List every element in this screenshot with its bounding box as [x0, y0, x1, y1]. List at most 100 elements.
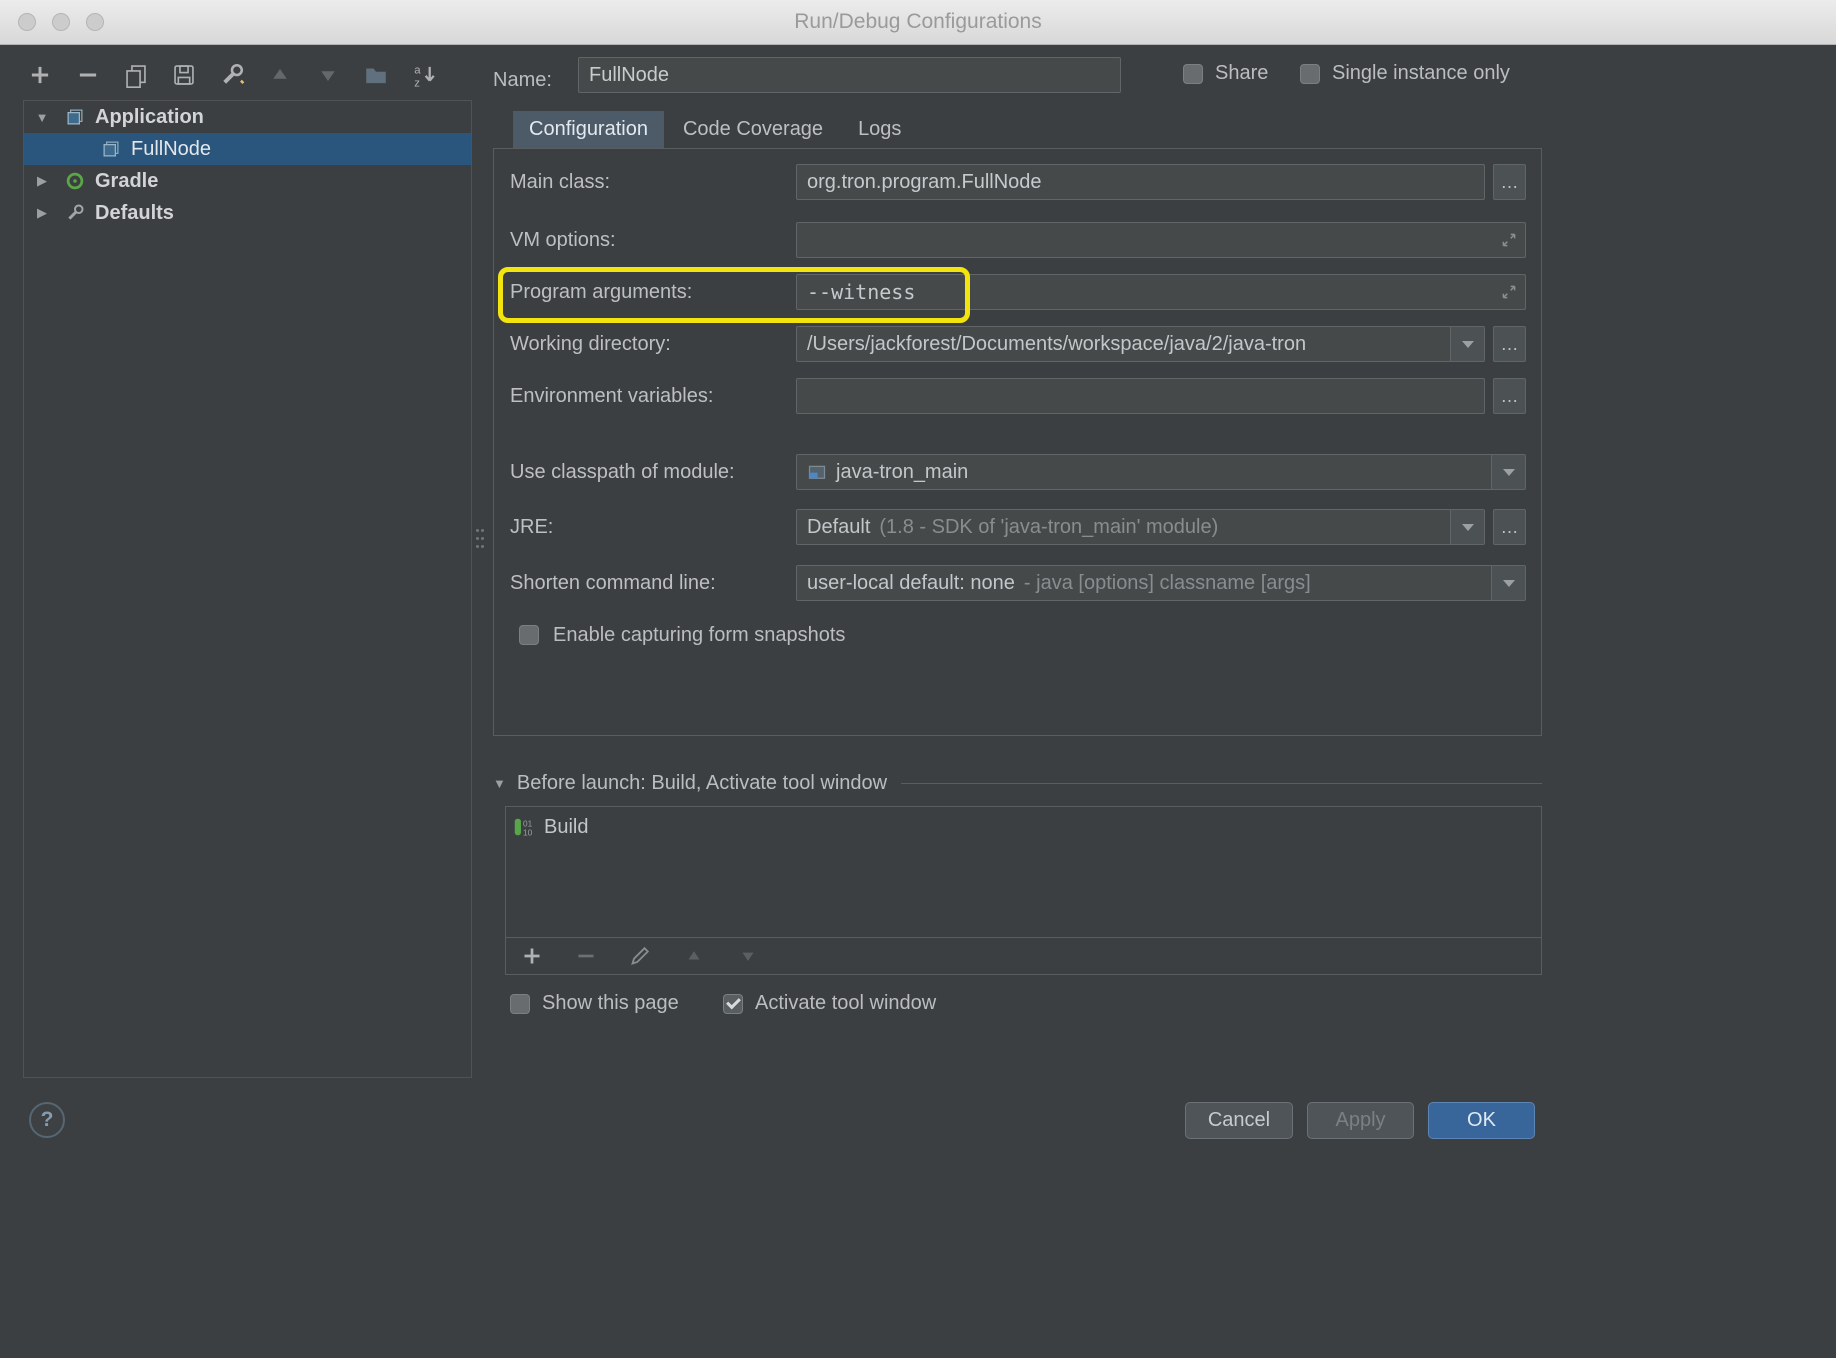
tree-item-label: Defaults	[95, 202, 174, 225]
classpath-module-label: Use classpath of module:	[510, 461, 796, 484]
add-configuration-button[interactable]	[26, 60, 54, 90]
run-debug-configurations-window: Run/Debug Configurations a z	[0, 0, 1836, 1358]
activate-tool-window-row: Activate tool window	[723, 992, 936, 1015]
window-title: Run/Debug Configurations	[0, 0, 1836, 44]
svg-text:01: 01	[523, 819, 533, 828]
move-task-down-button[interactable]	[734, 941, 762, 971]
shorten-command-line-dropdown-button[interactable]	[1491, 566, 1525, 600]
program-arguments-label: Program arguments:	[510, 281, 796, 304]
environment-variables-input[interactable]	[796, 378, 1485, 414]
activate-tool-window-checkbox[interactable]	[723, 994, 743, 1014]
arrow-down-icon	[316, 63, 340, 87]
svg-text:10: 10	[523, 828, 533, 837]
before-launch-toolbar	[506, 937, 1541, 974]
shorten-command-line-row: Shorten command line: user-local default…	[510, 565, 1526, 601]
edit-defaults-button[interactable]	[218, 60, 246, 90]
ok-button[interactable]: OK	[1428, 1102, 1535, 1139]
tree-item-defaults[interactable]: ▶ Defaults	[24, 197, 471, 229]
working-directory-label: Working directory:	[510, 333, 796, 356]
program-arguments-row: Program arguments:	[510, 274, 1526, 310]
shorten-command-line-label: Shorten command line:	[510, 572, 796, 595]
shorten-command-line-combo[interactable]: user-local default: none - java [options…	[796, 565, 1526, 601]
move-task-up-button[interactable]	[680, 941, 708, 971]
classpath-module-combo[interactable]: java-tron_main	[796, 454, 1526, 490]
help-button[interactable]: ?	[29, 1102, 65, 1138]
tree-item-fullnode[interactable]: FullNode	[24, 133, 471, 165]
application-icon	[65, 107, 87, 127]
tab-code-coverage[interactable]: Code Coverage	[667, 111, 839, 148]
before-launch-header[interactable]: ▼ Before launch: Build, Activate tool wi…	[493, 772, 1542, 795]
jre-dropdown-button[interactable]	[1450, 510, 1484, 544]
minus-icon	[75, 62, 101, 88]
remove-configuration-button[interactable]	[74, 60, 102, 90]
arrow-down-icon	[737, 945, 759, 967]
environment-variables-browse-button[interactable]: …	[1493, 378, 1526, 414]
single-instance-checkbox[interactable]	[1300, 64, 1320, 84]
single-instance-row: Single instance only	[1300, 62, 1510, 85]
environment-variables-label: Environment variables:	[510, 385, 796, 408]
splitter-grip[interactable]	[475, 527, 487, 557]
show-this-page-label: Show this page	[542, 992, 679, 1015]
tree-item-application[interactable]: ▼ Application	[24, 101, 471, 133]
edit-task-button[interactable]	[626, 941, 654, 971]
before-launch-item-build[interactable]: 01 10 Build	[512, 811, 588, 843]
vm-options-input[interactable]	[796, 222, 1526, 258]
remove-task-button[interactable]	[572, 941, 600, 971]
main-class-row: Main class: …	[510, 164, 1526, 200]
plus-icon	[27, 62, 53, 88]
form-snapshots-checkbox[interactable]	[519, 625, 539, 645]
working-directory-browse-button[interactable]: …	[1493, 326, 1526, 362]
chevron-right-icon[interactable]: ▶	[32, 173, 52, 189]
cancel-button[interactable]: Cancel	[1185, 1102, 1293, 1139]
expand-field-icon[interactable]	[1500, 283, 1518, 301]
application-icon	[101, 139, 123, 159]
move-up-button[interactable]	[266, 60, 294, 90]
wrench-icon	[219, 62, 245, 88]
activate-tool-window-label: Activate tool window	[755, 992, 936, 1015]
before-launch-item-label: Build	[544, 816, 588, 839]
show-this-page-row: Show this page	[510, 992, 679, 1015]
jre-label: JRE:	[510, 516, 796, 539]
jre-hint: (1.8 - SDK of 'java-tron_main' module)	[879, 516, 1218, 539]
main-class-input[interactable]	[796, 164, 1485, 200]
save-configuration-button[interactable]	[170, 60, 198, 90]
working-directory-value: /Users/jackforest/Documents/workspace/ja…	[797, 327, 1450, 361]
working-directory-combo[interactable]: /Users/jackforest/Documents/workspace/ja…	[796, 326, 1485, 362]
working-directory-row: Working directory: /Users/jackforest/Doc…	[510, 326, 1526, 362]
name-input[interactable]	[578, 57, 1121, 93]
expand-field-icon[interactable]	[1500, 231, 1518, 249]
arrow-up-icon	[268, 63, 292, 87]
module-icon	[807, 462, 827, 482]
main-class-browse-button[interactable]: …	[1493, 164, 1526, 200]
classpath-module-dropdown-button[interactable]	[1491, 455, 1525, 489]
vm-options-row: VM options:	[510, 222, 1526, 258]
pencil-icon	[628, 944, 652, 968]
shorten-command-line-value: user-local default: none	[807, 572, 1015, 595]
share-checkbox[interactable]	[1183, 64, 1203, 84]
save-icon	[171, 62, 197, 88]
tab-logs[interactable]: Logs	[842, 111, 917, 148]
jre-browse-button[interactable]: …	[1493, 509, 1526, 545]
form-snapshots-label: Enable capturing form snapshots	[553, 624, 845, 647]
plus-icon	[520, 944, 544, 968]
program-arguments-input[interactable]	[796, 274, 1526, 310]
jre-combo[interactable]: Default (1.8 - SDK of 'java-tron_main' m…	[796, 509, 1485, 545]
before-launch-list[interactable]: 01 10 Build	[505, 806, 1542, 975]
create-folder-button[interactable]	[362, 60, 390, 90]
chevron-right-icon[interactable]: ▶	[32, 205, 52, 221]
configurations-tree: ▼ Application FullNode ▶ Gradle ▶ Defaul…	[23, 100, 472, 1078]
show-this-page-checkbox[interactable]	[510, 994, 530, 1014]
sort-configurations-button[interactable]: a z	[410, 60, 438, 90]
before-launch-title: Before launch: Build, Activate tool wind…	[517, 772, 887, 795]
svg-text:a: a	[414, 64, 421, 76]
divider	[901, 783, 1542, 784]
move-down-button[interactable]	[314, 60, 342, 90]
apply-button[interactable]: Apply	[1307, 1102, 1414, 1139]
working-directory-dropdown-button[interactable]	[1450, 327, 1484, 361]
copy-configuration-button[interactable]	[122, 60, 150, 90]
tree-item-gradle[interactable]: ▶ Gradle	[24, 165, 471, 197]
tab-configuration[interactable]: Configuration	[513, 111, 664, 148]
chevron-down-icon[interactable]: ▼	[32, 110, 52, 125]
copy-icon	[123, 62, 149, 88]
add-task-button[interactable]	[518, 941, 546, 971]
